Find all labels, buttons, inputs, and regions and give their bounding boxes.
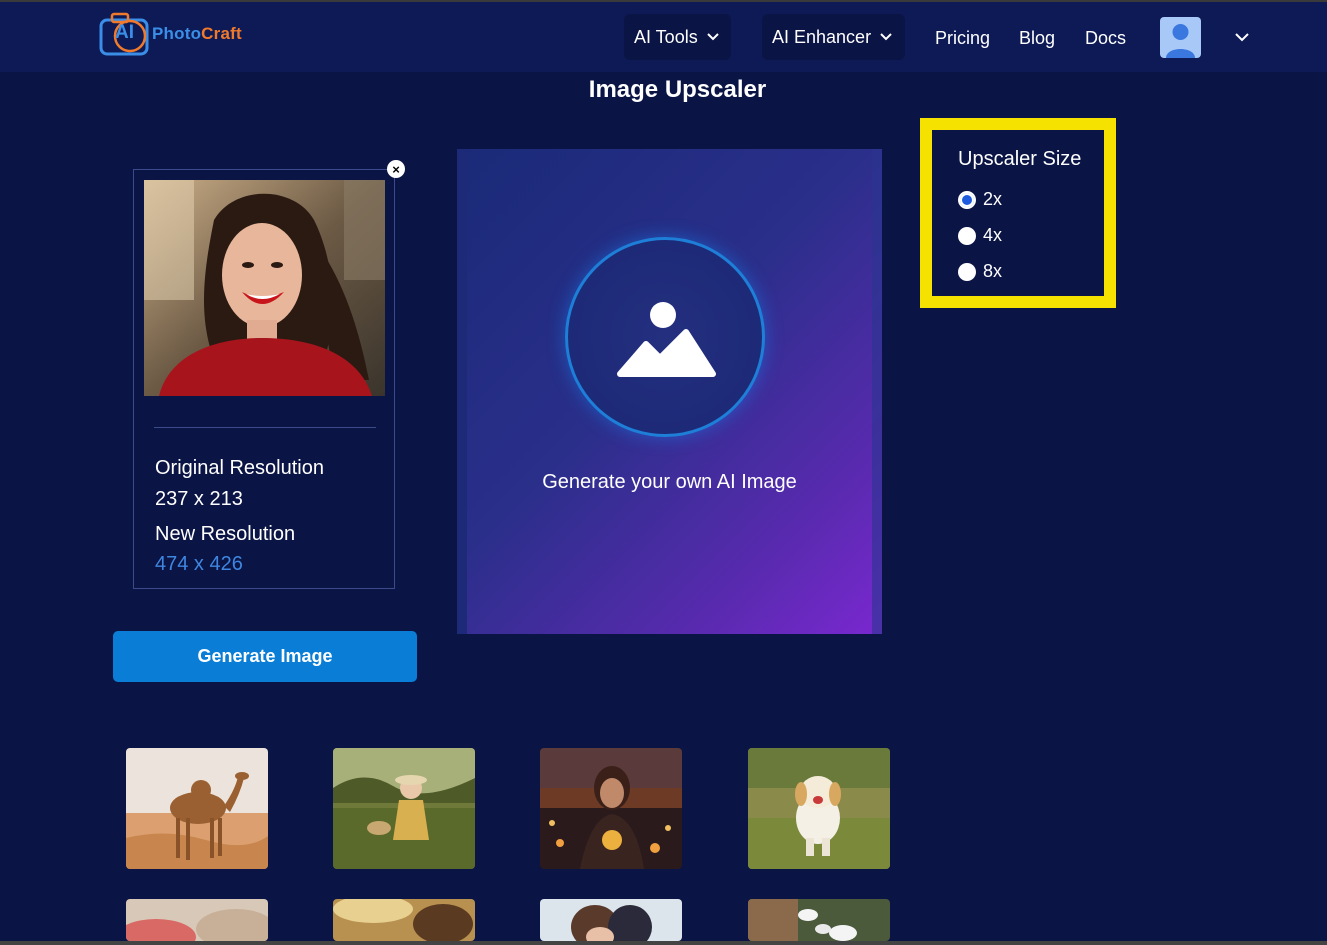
- radio-label-8x: 8x: [983, 261, 1003, 281]
- nav-ai-tools-dropdown[interactable]: AI Tools: [624, 14, 731, 60]
- child-in-field-image: [333, 748, 475, 869]
- camel-image: [126, 748, 268, 869]
- sunlit-outdoor-image: [333, 899, 475, 941]
- remove-image-button[interactable]: ×: [387, 160, 405, 178]
- user-avatar[interactable]: [1160, 17, 1201, 58]
- image-placeholder-icon: [617, 302, 716, 377]
- white-flowers-image: [748, 899, 890, 941]
- nav-ai-tools-label: AI Tools: [634, 26, 698, 47]
- nav-ai-enhancer-dropdown[interactable]: AI Enhancer: [762, 14, 905, 60]
- new-resolution-label: New Resolution: [155, 523, 296, 545]
- gallery-thumb-flowers[interactable]: [748, 899, 890, 941]
- woman-with-lights-image: [540, 748, 682, 869]
- brand-logo[interactable]: AI PhotoCraft: [98, 10, 258, 58]
- radio-button-checked[interactable]: [958, 190, 976, 209]
- nav-ai-enhancer-label: AI Enhancer: [772, 26, 872, 47]
- gallery-thumb-child[interactable]: [333, 748, 475, 869]
- card-divider: [154, 427, 376, 428]
- close-icon: ×: [392, 161, 400, 177]
- radio-button[interactable]: [958, 226, 976, 245]
- portrait-image: [144, 180, 385, 396]
- nav-pricing-link[interactable]: Pricing: [935, 28, 990, 49]
- generate-prompt-text: Generate your own AI Image: [542, 471, 797, 493]
- radio-option-8x[interactable]: 8x: [958, 261, 1002, 282]
- children-image: [540, 899, 682, 941]
- gallery-thumb-puppy[interactable]: [748, 748, 890, 869]
- logo-photo-text: Photo: [152, 24, 202, 43]
- original-resolution-label: Original Resolution: [155, 457, 324, 479]
- output-preview-panel: Generate your own AI Image: [457, 149, 882, 634]
- logo-ai-text: AI: [115, 22, 134, 43]
- original-resolution-value: 237 x 213: [155, 488, 243, 510]
- upscaler-size-title: Upscaler Size: [958, 148, 1082, 170]
- panel-left-edge: [457, 149, 467, 634]
- chevron-down-icon: [706, 33, 719, 41]
- nav-blog-link[interactable]: Blog: [1019, 28, 1055, 49]
- gallery-thumb-sunlit[interactable]: [333, 899, 475, 941]
- upscaler-size-panel: Upscaler Size 2x 4x 8x: [920, 118, 1116, 308]
- window-bottom-border: [0, 941, 1327, 945]
- new-resolution-value: 474 x 426: [155, 553, 243, 575]
- gallery-thumb-children[interactable]: [540, 899, 682, 941]
- radio-button[interactable]: [958, 262, 976, 281]
- logo-craft-text: Craft: [201, 24, 242, 43]
- uploaded-image-card: Original Resolution 237 x 213 New Resolu…: [133, 169, 395, 589]
- gallery-thumb-red-blur[interactable]: [126, 899, 268, 941]
- panel-right-edge: [872, 149, 882, 634]
- top-navbar: AI PhotoCraft AI Tools AI Enhancer Prici…: [0, 2, 1327, 72]
- generate-image-button[interactable]: Generate Image: [113, 631, 417, 682]
- account-chevron-down-icon[interactable]: [1234, 32, 1250, 43]
- red-blur-image: [126, 899, 268, 941]
- radio-option-2x[interactable]: 2x: [958, 189, 1002, 210]
- user-icon: [1166, 24, 1195, 58]
- page-title: Image Upscaler: [588, 76, 767, 103]
- gallery-thumb-woman-lights[interactable]: [540, 748, 682, 869]
- radio-label-4x: 4x: [983, 225, 1003, 245]
- puppy-image: [748, 748, 890, 869]
- radio-option-4x[interactable]: 4x: [958, 225, 1002, 246]
- gallery-thumb-camel[interactable]: [126, 748, 268, 869]
- logo-wordmark: PhotoCraft: [152, 24, 242, 44]
- chevron-down-icon: [880, 33, 892, 41]
- uploaded-photo: [144, 180, 385, 396]
- radio-label-2x: 2x: [983, 189, 1003, 209]
- nav-docs-link[interactable]: Docs: [1085, 28, 1126, 49]
- image-placeholder-circle: [565, 237, 765, 437]
